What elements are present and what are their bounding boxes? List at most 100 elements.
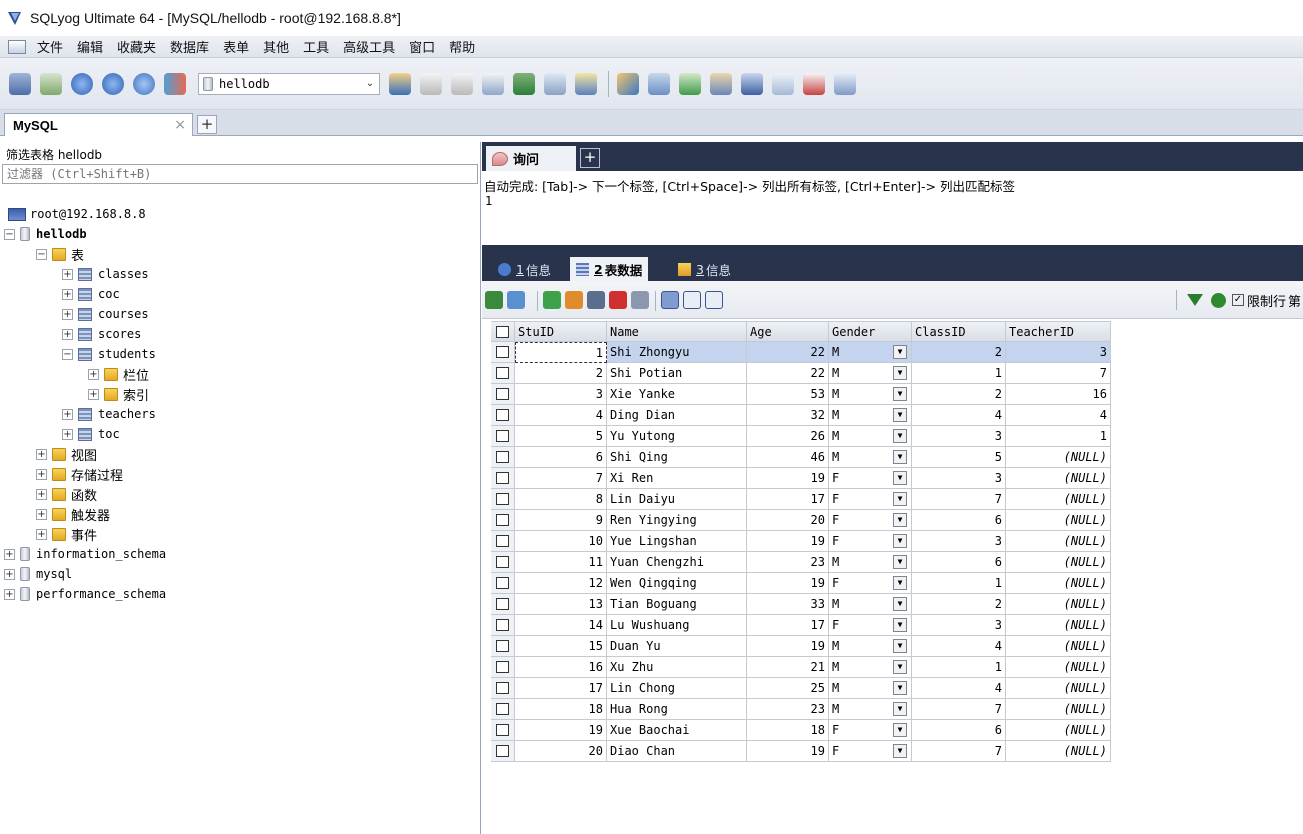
table-row[interactable]: 4 Ding Dian 32 M ▼ 4 4 [491, 405, 1301, 426]
cell-teacherid[interactable]: (NULL) [1006, 468, 1111, 489]
chevron-down-icon[interactable]: ▼ [893, 576, 907, 590]
add-row-icon[interactable] [485, 291, 503, 309]
row-checkbox[interactable] [491, 573, 515, 594]
form-view-icon[interactable] [683, 291, 701, 309]
cell-stuid[interactable]: 4 [515, 405, 607, 426]
expand-icon[interactable]: + [62, 288, 73, 300]
row-checkbox[interactable] [491, 384, 515, 405]
cell-classid[interactable]: 3 [912, 531, 1006, 552]
limit-rows-checkbox[interactable]: ✓ [1231, 294, 1244, 306]
cell-gender[interactable]: M ▼ [829, 678, 912, 699]
chevron-down-icon[interactable]: ▼ [893, 429, 907, 443]
menu-advanced-tools[interactable]: 高级工具 [336, 37, 402, 56]
cell-gender[interactable]: F ▼ [829, 510, 912, 531]
chevron-down-icon[interactable]: ▼ [893, 681, 907, 695]
cell-stuid[interactable]: 20 [515, 741, 607, 762]
cell-gender[interactable]: M ▼ [829, 447, 912, 468]
tree-tables-folder[interactable]: − 表 [36, 244, 84, 264]
cell-classid[interactable]: 6 [912, 510, 1006, 531]
cell-stuid[interactable]: 9 [515, 510, 607, 531]
tree-table-coc[interactable]: + coc [62, 284, 120, 304]
cell-teacherid[interactable]: (NULL) [1006, 741, 1111, 762]
cell-teacherid[interactable]: 4 [1006, 405, 1111, 426]
add-query-tab-button[interactable]: + [580, 148, 600, 168]
cell-age[interactable]: 23 [747, 699, 829, 720]
cell-age[interactable]: 22 [747, 342, 829, 363]
chevron-down-icon[interactable]: ▼ [893, 387, 907, 401]
data-sync-button[interactable] [572, 70, 600, 98]
backup-button[interactable] [479, 70, 507, 98]
cell-stuid[interactable]: 2 [515, 363, 607, 384]
cell-classid[interactable]: 6 [912, 552, 1006, 573]
collapse-icon[interactable]: − [36, 248, 47, 260]
table-row[interactable]: 7 Xi Ren 19 F ▼ 3 (NULL) [491, 468, 1301, 489]
cell-age[interactable]: 17 [747, 489, 829, 510]
cell-classid[interactable]: 1 [912, 363, 1006, 384]
cell-name[interactable]: Shi Zhongyu [607, 342, 747, 363]
tree-table-students[interactable]: − students [62, 344, 156, 364]
cell-classid[interactable]: 3 [912, 468, 1006, 489]
export-button[interactable] [645, 70, 673, 98]
select-all-checkbox[interactable] [491, 321, 515, 342]
table-row[interactable]: 6 Shi Qing 46 M ▼ 5 (NULL) [491, 447, 1301, 468]
cell-name[interactable]: Wen Qingqing [607, 573, 747, 594]
alter-table-button[interactable] [448, 70, 476, 98]
cell-stuid[interactable]: 6 [515, 447, 607, 468]
cell-teacherid[interactable]: (NULL) [1006, 636, 1111, 657]
add-connection-tab-button[interactable]: + [197, 115, 217, 134]
table-row[interactable]: 12 Wen Qingqing 19 F ▼ 1 (NULL) [491, 573, 1301, 594]
tab-info[interactable]: 3 信息 [672, 257, 737, 281]
cell-teacherid[interactable]: 16 [1006, 384, 1111, 405]
cell-classid[interactable]: 1 [912, 573, 1006, 594]
cell-stuid[interactable]: 3 [515, 384, 607, 405]
compare-button[interactable] [831, 70, 859, 98]
table-row[interactable]: 15 Duan Yu 19 M ▼ 4 (NULL) [491, 636, 1301, 657]
row-checkbox[interactable] [491, 594, 515, 615]
row-checkbox[interactable] [491, 447, 515, 468]
cell-name[interactable]: Ren Yingying [607, 510, 747, 531]
refresh-button[interactable] [130, 70, 158, 98]
cell-age[interactable]: 19 [747, 636, 829, 657]
window-menu-icon[interactable] [8, 39, 26, 54]
cell-teacherid[interactable]: (NULL) [1006, 447, 1111, 468]
insert-row-dropdown-icon[interactable] [507, 291, 525, 309]
cell-name[interactable]: Xu Zhu [607, 657, 747, 678]
cell-age[interactable]: 20 [747, 510, 829, 531]
tree-table-teachers[interactable]: + teachers [62, 404, 156, 424]
expand-icon[interactable]: + [88, 368, 99, 380]
cell-name[interactable]: Xi Ren [607, 468, 747, 489]
cell-teacherid[interactable]: 1 [1006, 426, 1111, 447]
cell-stuid[interactable]: 1 [515, 342, 607, 363]
cell-name[interactable]: Xie Yanke [607, 384, 747, 405]
cell-name[interactable]: Yuan Chengzhi [607, 552, 747, 573]
column-header[interactable]: Name [607, 321, 747, 342]
row-checkbox[interactable] [491, 489, 515, 510]
cell-age[interactable]: 25 [747, 678, 829, 699]
tab-table-data[interactable]: 2 表数据 [570, 257, 649, 281]
cell-name[interactable]: Yu Yutong [607, 426, 747, 447]
cell-teacherid[interactable]: (NULL) [1006, 657, 1111, 678]
table-row[interactable]: 14 Lu Wushuang 17 F ▼ 3 (NULL) [491, 615, 1301, 636]
chevron-down-icon[interactable]: ▼ [893, 492, 907, 506]
expand-icon[interactable]: + [36, 528, 47, 540]
new-connection-button[interactable] [6, 70, 34, 98]
expand-icon[interactable]: + [36, 448, 47, 460]
row-checkbox[interactable] [491, 468, 515, 489]
row-checkbox[interactable] [491, 741, 515, 762]
cell-age[interactable]: 26 [747, 426, 829, 447]
cell-gender[interactable]: F ▼ [829, 615, 912, 636]
cell-stuid[interactable]: 11 [515, 552, 607, 573]
column-header[interactable]: ClassID [912, 321, 1006, 342]
tab-messages[interactable]: 1 信息 [492, 257, 557, 281]
job-agent-button[interactable] [738, 70, 766, 98]
menu-favorites[interactable]: 收藏夹 [110, 37, 163, 56]
expand-icon[interactable]: + [4, 588, 15, 600]
row-checkbox[interactable] [491, 426, 515, 447]
cell-age[interactable]: 23 [747, 552, 829, 573]
cell-gender[interactable]: M ▼ [829, 363, 912, 384]
expand-icon[interactable]: + [62, 408, 73, 420]
notifications-button[interactable] [769, 70, 797, 98]
tree-db-mysql[interactable]: + mysql [4, 564, 72, 584]
cell-stuid[interactable]: 8 [515, 489, 607, 510]
table-row[interactable]: 10 Yue Lingshan 19 F ▼ 3 (NULL) [491, 531, 1301, 552]
